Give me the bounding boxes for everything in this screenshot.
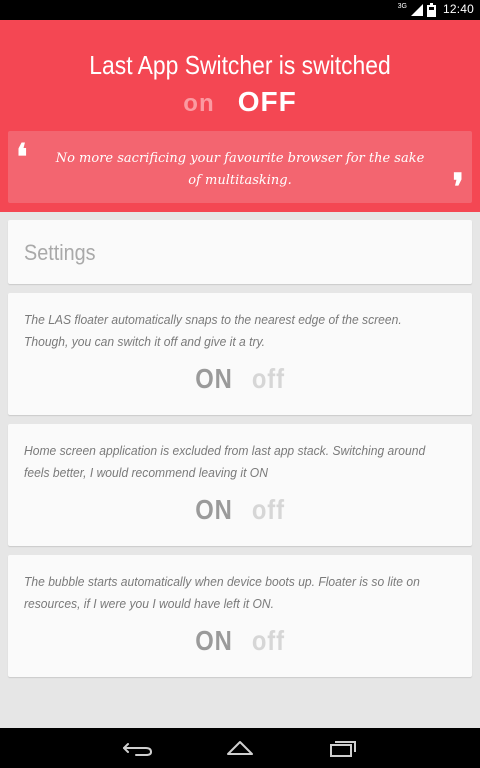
setting-snap-to-edge: The LAS floater automatically snaps to t… (8, 293, 472, 415)
setting-toggle: ON off (8, 494, 472, 526)
setting-exclude-home-screen: Home screen application is excluded from… (8, 424, 472, 546)
toggle-on-button[interactable]: ON (195, 625, 232, 657)
quote-box: ❛ No more sacrificing your favourite bro… (8, 131, 472, 208)
toggle-off-button[interactable]: off (252, 625, 285, 657)
page-title: Last App Switcher is switched (89, 50, 391, 80)
signal-icon (411, 4, 423, 16)
quote-open-icon: ❛ (16, 136, 28, 178)
home-icon (227, 741, 253, 755)
quote-text: No more sacrificing your favourite brows… (55, 151, 425, 188)
status-bar: 3G 12:40 (0, 0, 480, 20)
master-on-button[interactable]: on (183, 90, 214, 118)
quote-close-icon: ❜ (452, 166, 464, 208)
setting-description: The bubble starts automatically when dev… (24, 574, 420, 611)
setting-toggle: ON off (8, 363, 472, 395)
toggle-on-button[interactable]: ON (195, 494, 232, 526)
network-type-label: 3G (397, 2, 407, 10)
recent-apps-button[interactable] (322, 736, 362, 760)
master-switch: on OFF (0, 86, 480, 118)
battery-icon (427, 3, 436, 17)
setting-description: The LAS floater automatically snaps to t… (24, 312, 402, 349)
header: Last App Switcher is switched on OFF ❛ N… (0, 20, 480, 212)
setting-start-on-boot: The bubble starts automatically when dev… (8, 555, 472, 677)
back-button[interactable] (118, 736, 158, 760)
settings-title: Settings (24, 240, 96, 265)
home-button[interactable] (220, 736, 260, 760)
toggle-off-button[interactable]: off (252, 363, 285, 395)
toggle-off-button[interactable]: off (252, 494, 285, 526)
setting-description: Home screen application is excluded from… (24, 443, 426, 480)
toggle-on-button[interactable]: ON (195, 363, 232, 395)
status-icons: 3G (398, 3, 436, 17)
settings-header-card: Settings (8, 220, 472, 284)
status-time: 12:40 (442, 2, 474, 16)
navigation-bar (0, 728, 480, 768)
recent-apps-icon (330, 741, 356, 757)
master-off-button[interactable]: OFF (238, 86, 297, 118)
back-icon (123, 743, 153, 756)
setting-toggle: ON off (8, 625, 472, 657)
